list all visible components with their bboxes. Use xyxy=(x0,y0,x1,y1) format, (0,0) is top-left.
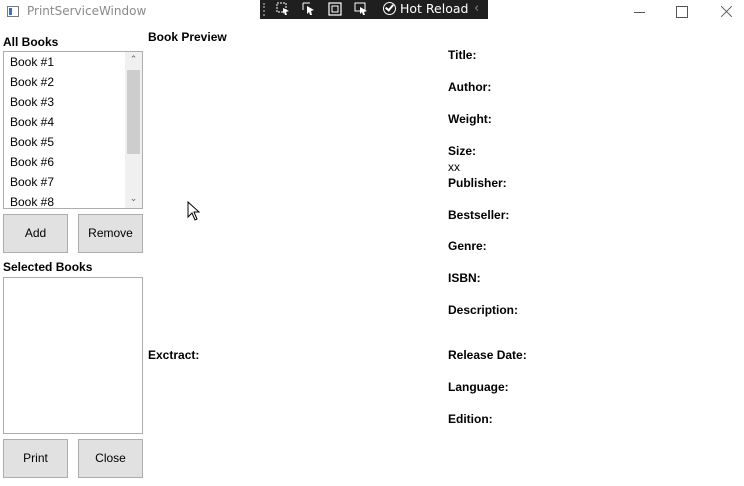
size-label: Size: xyxy=(448,144,477,158)
title-bar: PrintServiceWindow Hot Reload ‹ xyxy=(0,0,744,24)
list-item[interactable]: Book #5 xyxy=(4,132,142,152)
minimize-button[interactable] xyxy=(633,4,649,20)
display-layout-adorners-icon[interactable] xyxy=(328,2,342,16)
edition-label: Edition: xyxy=(448,412,493,426)
add-button[interactable]: Add xyxy=(3,214,68,253)
list-item[interactable]: Book #6 xyxy=(4,152,142,172)
author-label: Author: xyxy=(448,80,492,94)
hot-reload-check-icon xyxy=(383,2,396,15)
description-label: Description: xyxy=(448,303,519,317)
title-label: Title: xyxy=(448,48,477,62)
extract-label: Exctract: xyxy=(148,348,200,362)
collapse-chevron-icon[interactable]: ‹ xyxy=(474,1,479,16)
book-preview-heading: Book Preview xyxy=(148,30,227,44)
list-item[interactable]: Book #3 xyxy=(4,92,142,112)
xaml-debug-toolbar: Hot Reload ‹ xyxy=(260,0,488,19)
all-books-list[interactable]: Book #1 Book #2 Book #3 Book #4 Book #5 … xyxy=(3,51,143,209)
hot-reload-label: Hot Reload xyxy=(400,1,469,16)
all-books-heading: All Books xyxy=(3,35,59,49)
size-value: xx xyxy=(448,160,460,174)
hot-reload-indicator[interactable]: Hot Reload xyxy=(383,1,468,16)
vertical-scrollbar[interactable]: ⌃ ⌄ xyxy=(125,52,142,208)
drag-handle-icon[interactable] xyxy=(263,3,268,16)
window-title: PrintServiceWindow xyxy=(27,4,147,18)
mouse-cursor-icon xyxy=(187,200,201,221)
close-window-button[interactable] xyxy=(720,4,736,20)
scrollbar-thumb[interactable] xyxy=(127,70,140,154)
track-focused-element-icon[interactable] xyxy=(354,2,368,16)
list-item[interactable]: Book #4 xyxy=(4,112,142,132)
list-item[interactable]: Book #8 xyxy=(4,192,142,208)
remove-button[interactable]: Remove xyxy=(78,214,143,253)
scroll-up-icon[interactable]: ⌃ xyxy=(129,56,138,65)
genre-label: Genre: xyxy=(448,239,487,253)
maximize-button[interactable] xyxy=(676,4,692,20)
language-label: Language: xyxy=(448,380,509,394)
close-button[interactable]: Close xyxy=(78,439,143,478)
selected-books-list[interactable] xyxy=(3,277,143,434)
isbn-label: ISBN: xyxy=(448,271,481,285)
scroll-down-icon[interactable]: ⌄ xyxy=(129,195,138,204)
release-date-label: Release Date: xyxy=(448,348,527,362)
selected-books-heading: Selected Books xyxy=(3,260,93,274)
bestseller-label: Bestseller: xyxy=(448,208,510,222)
list-item[interactable]: Book #1 xyxy=(4,52,142,72)
pointer-icon[interactable] xyxy=(302,2,316,16)
app-icon xyxy=(7,6,19,17)
select-element-icon[interactable] xyxy=(276,2,290,16)
list-item[interactable]: Book #7 xyxy=(4,172,142,192)
list-item[interactable]: Book #2 xyxy=(4,72,142,92)
publisher-label: Publisher: xyxy=(448,176,507,190)
weight-label: Weight: xyxy=(448,112,492,126)
print-button[interactable]: Print xyxy=(3,439,68,478)
